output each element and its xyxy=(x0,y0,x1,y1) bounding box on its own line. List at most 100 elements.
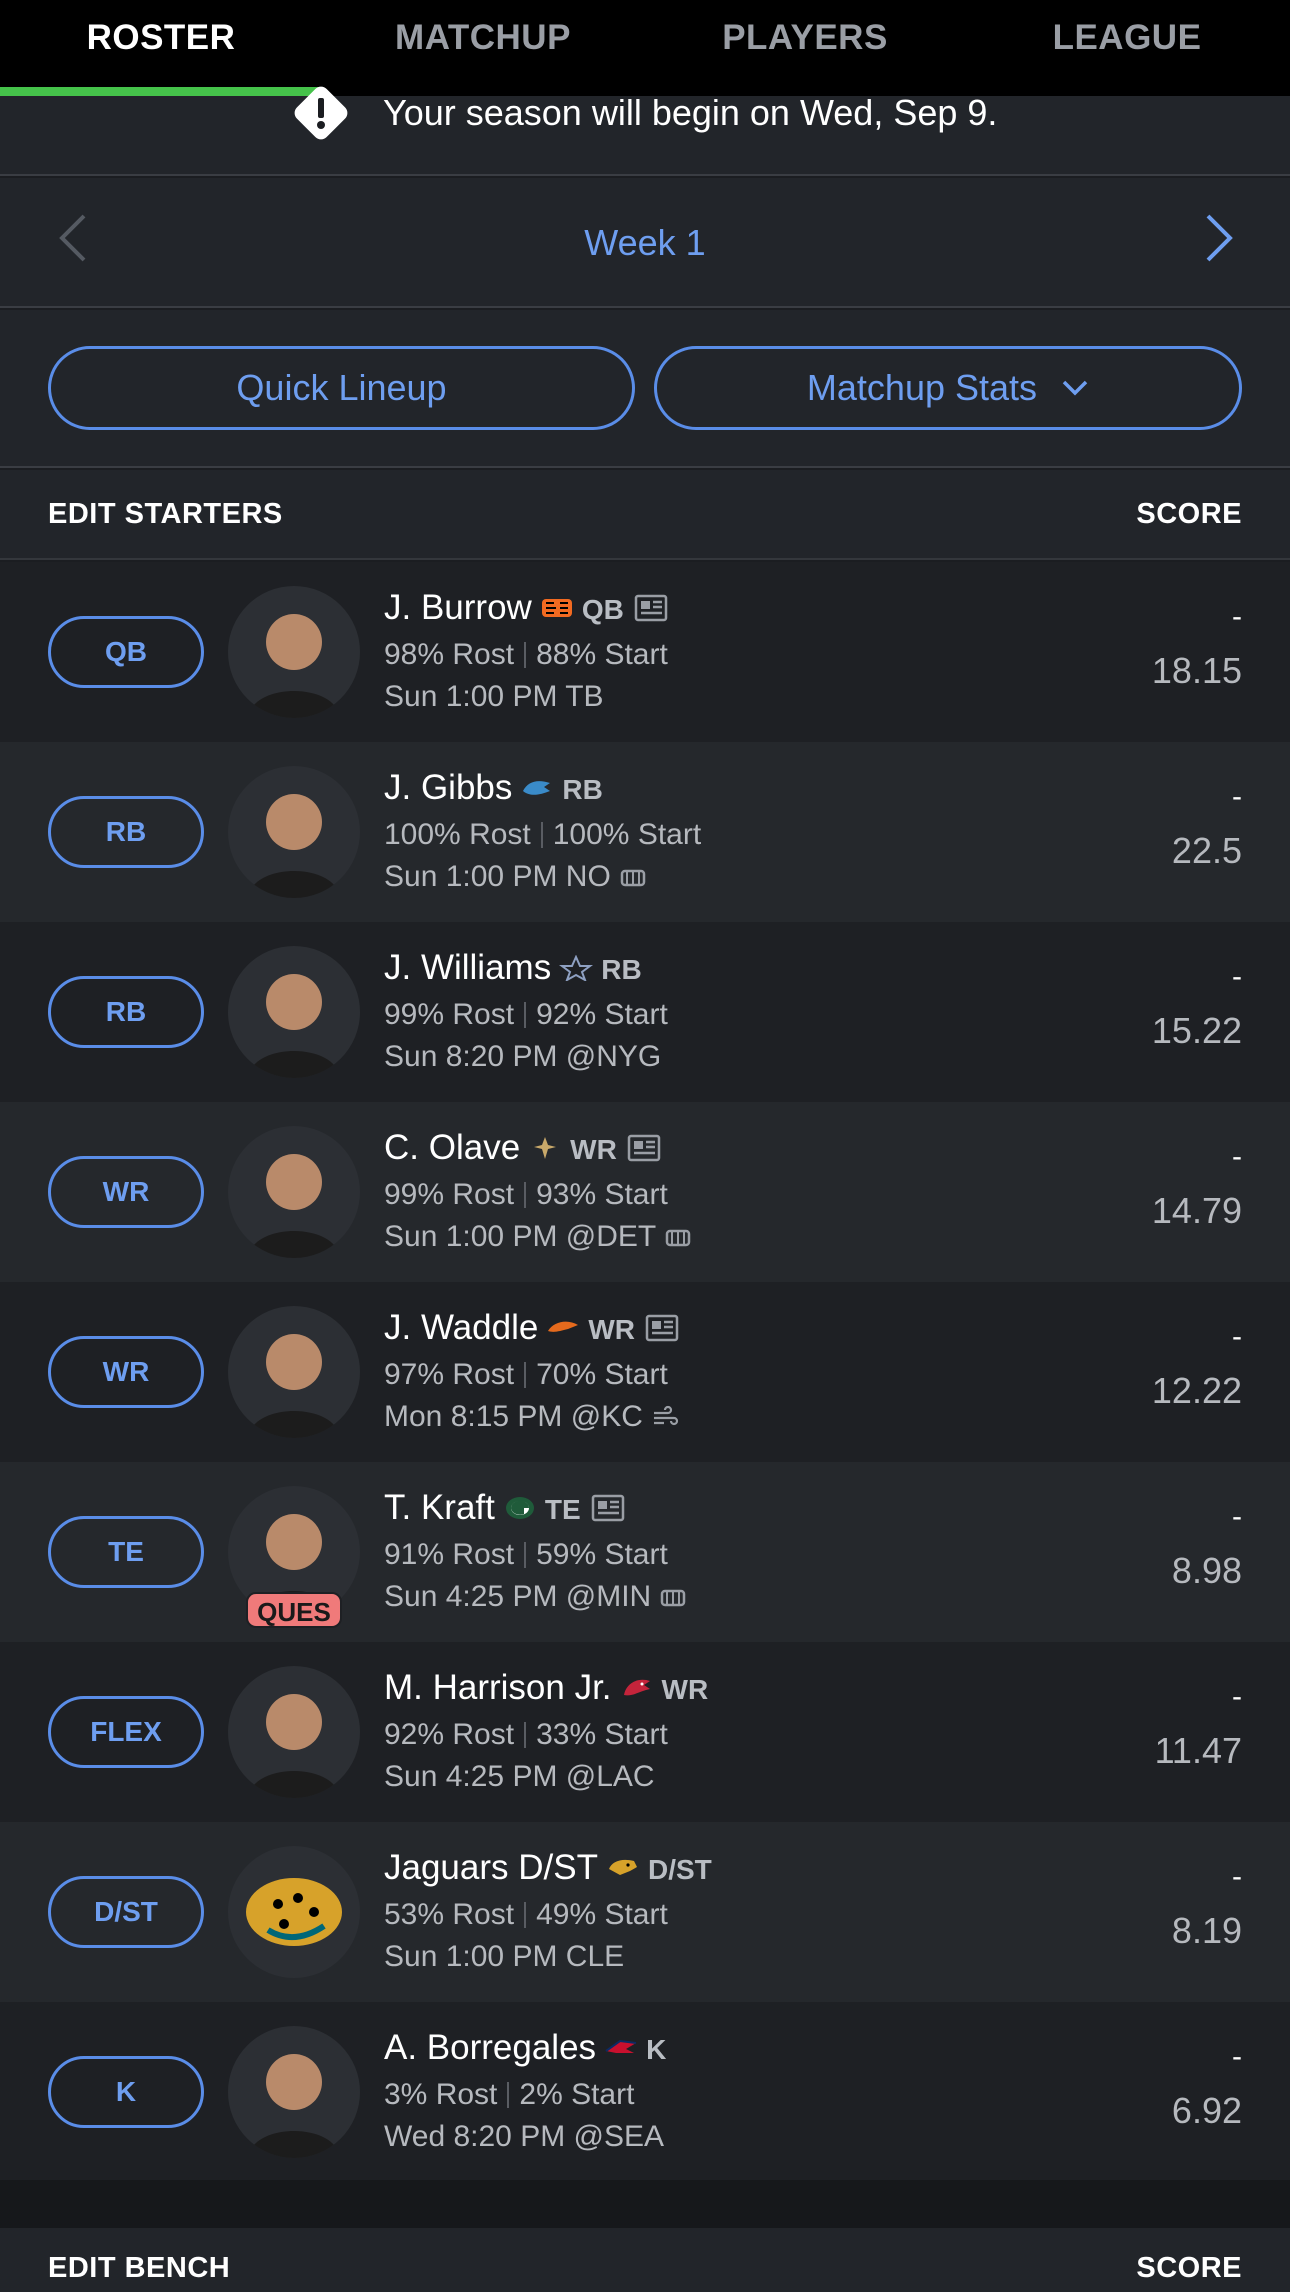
game-time-opponent: Sun 1:00 PM @DET xyxy=(384,1220,657,1253)
actual-score: - xyxy=(1232,1500,1242,1533)
rostered-percent: 92% Rost xyxy=(384,1718,515,1751)
projected-score: 8.19 xyxy=(1171,1910,1242,1951)
slot-button[interactable]: QB xyxy=(48,616,204,688)
player-headshot[interactable] xyxy=(228,1666,360,1798)
news-icon[interactable] xyxy=(645,1311,679,1342)
divider xyxy=(524,1542,527,1568)
player-name-link[interactable]: J. Williams xyxy=(384,948,551,987)
player-name-link[interactable]: T. Kraft xyxy=(384,1488,495,1527)
rostered-percent: 91% Rost xyxy=(384,1538,515,1571)
tab-matchup[interactable]: MATCHUP xyxy=(322,0,644,96)
quick-lineup-button[interactable]: Quick Lineup xyxy=(48,346,635,430)
chevron-right-icon[interactable] xyxy=(1198,210,1238,266)
divider xyxy=(540,822,543,848)
slot-button[interactable]: FLEX xyxy=(48,1696,204,1768)
injury-status-badge: QUES xyxy=(246,1592,342,1628)
team-logo-icon xyxy=(520,770,554,796)
player-headshot[interactable] xyxy=(228,2026,360,2158)
top-nav: ROSTER MATCHUP PLAYERS LEAGUE xyxy=(0,0,1290,96)
rostered-percent: 100% Rost xyxy=(384,818,531,851)
news-icon[interactable] xyxy=(591,1491,625,1522)
player-row[interactable]: QB J. Burrow QB 98% Rost 88% Start Sun 1:00 P… xyxy=(0,562,1290,742)
game-info: Sun 1:00 PM CLE xyxy=(384,1940,624,1974)
slot-button[interactable]: WR xyxy=(48,1156,204,1228)
player-row[interactable]: RB J. Williams RB 99% Rost 92% Start Sun 8:20… xyxy=(0,922,1290,1102)
news-icon[interactable] xyxy=(627,1131,661,1162)
player-row[interactable]: WR C. Olave WR 99% Rost 93% Start Sun 1:00 PM… xyxy=(0,1102,1290,1282)
rostered-percent: 97% Rost xyxy=(384,1358,515,1391)
bench-header: EDIT BENCH SCORE xyxy=(0,2228,1290,2292)
player-position: WR xyxy=(570,1134,617,1165)
matchup-stats-label: Matchup Stats xyxy=(806,367,1038,408)
slot-button[interactable]: TE xyxy=(48,1516,204,1588)
player-position: D/ST xyxy=(647,1854,712,1885)
game-info: Sun 4:25 PM @MIN xyxy=(384,1580,687,1614)
player-name-link[interactable]: M. Harrison Jr. xyxy=(384,1668,612,1707)
player-headshot[interactable] xyxy=(228,946,360,1078)
game-info: Sun 4:25 PM @LAC xyxy=(384,1760,655,1794)
divider xyxy=(524,642,527,668)
player-name-link[interactable]: J. Waddle xyxy=(384,1308,538,1347)
actual-score: - xyxy=(1232,780,1242,813)
banner-text: Your season will begin on Wed, Sep 9. xyxy=(383,92,998,133)
projected-score: 22.5 xyxy=(1171,830,1242,871)
bench-score-column-header: SCORE xyxy=(1136,2252,1242,2284)
player-name-link[interactable]: C. Olave xyxy=(384,1128,520,1167)
player-name-link[interactable]: Jaguars D/ST xyxy=(384,1848,598,1887)
game-info: Sun 8:20 PM @NYG xyxy=(384,1040,661,1074)
team-logo-icon xyxy=(620,1670,654,1696)
player-headshot[interactable] xyxy=(228,586,360,718)
player-name-line: A. Borregales K xyxy=(384,2028,666,2068)
projected-score: 14.79 xyxy=(1151,1190,1242,1231)
player-headshot[interactable] xyxy=(228,1126,360,1258)
player-row[interactable]: K A. Borregales K 3% Rost 2% Start Wed 8:20 P… xyxy=(0,2002,1290,2182)
player-row[interactable]: D/ST Jaguars D/ST D/ST 53% Rost 49% Start Sun… xyxy=(0,1822,1290,2002)
player-name-line: J. Waddle WR xyxy=(384,1308,679,1348)
player-name-link[interactable]: J. Gibbs xyxy=(384,768,512,807)
player-name-link[interactable]: A. Borregales xyxy=(384,2028,596,2067)
player-row[interactable]: TE QUES T. Kraft TE 91% Rost 59% Start Sun 4:2… xyxy=(0,1462,1290,1642)
chevron-down-icon xyxy=(1062,380,1088,396)
started-percent: 93% Start xyxy=(536,1178,668,1211)
player-position: TE xyxy=(544,1494,581,1525)
matchup-stats-button[interactable]: Matchup Stats xyxy=(654,346,1242,430)
player-name-line: Jaguars D/ST D/ST xyxy=(384,1848,712,1888)
tab-league[interactable]: LEAGUE xyxy=(966,0,1288,96)
player-name-line: C. Olave WR xyxy=(384,1128,661,1168)
actual-score: - xyxy=(1232,1320,1242,1353)
rostered-percent: 53% Rost xyxy=(384,1898,515,1931)
team-logo-icon xyxy=(604,2030,638,2056)
game-time-opponent: Mon 8:15 PM @KC xyxy=(384,1400,643,1433)
edit-bench-link[interactable]: EDIT BENCH xyxy=(48,2252,230,2285)
week-label[interactable]: Week 1 xyxy=(0,222,1290,264)
started-percent: 59% Start xyxy=(536,1538,668,1571)
slot-button[interactable]: RB xyxy=(48,976,204,1048)
game-info: Wed 8:20 PM @SEA xyxy=(384,2120,664,2154)
player-row[interactable]: WR J. Waddle WR 97% Rost 70% Start Mon 8:15 P… xyxy=(0,1282,1290,1462)
edit-starters-link[interactable]: EDIT STARTERS xyxy=(48,498,283,531)
tab-roster[interactable]: ROSTER xyxy=(0,0,322,96)
ownership-stats: 98% Rost 88% Start xyxy=(384,638,668,672)
team-logo[interactable] xyxy=(228,1846,360,1978)
slot-button[interactable]: WR xyxy=(48,1336,204,1408)
actual-score: - xyxy=(1232,2040,1242,2073)
game-time-opponent: Sun 8:20 PM @NYG xyxy=(384,1040,662,1073)
player-headshot[interactable] xyxy=(228,1306,360,1438)
game-info: Sun 1:00 PM TB xyxy=(384,680,604,714)
rostered-percent: 98% Rost xyxy=(384,638,515,671)
slot-button[interactable]: D/ST xyxy=(48,1876,204,1948)
player-name-link[interactable]: J. Burrow xyxy=(384,588,532,627)
news-icon[interactable] xyxy=(634,591,668,622)
projected-score: 15.22 xyxy=(1151,1010,1242,1051)
player-headshot[interactable] xyxy=(228,766,360,898)
tab-players[interactable]: PLAYERS xyxy=(644,0,966,96)
slot-button[interactable]: K xyxy=(48,2056,204,2128)
player-row[interactable]: RB J. Gibbs RB 100% Rost 100% Start Sun 1:00 … xyxy=(0,742,1290,922)
projected-score: 6.92 xyxy=(1171,2090,1242,2131)
team-logo-icon xyxy=(528,1130,562,1159)
game-info: Sun 1:00 PM @DET xyxy=(384,1220,692,1254)
slot-button[interactable]: RB xyxy=(48,796,204,868)
ownership-stats: 97% Rost 70% Start xyxy=(384,1358,668,1392)
actual-score: - xyxy=(1232,1860,1242,1893)
player-row[interactable]: FLEX M. Harrison Jr. WR 92% Rost 33% Start Su… xyxy=(0,1642,1290,1822)
